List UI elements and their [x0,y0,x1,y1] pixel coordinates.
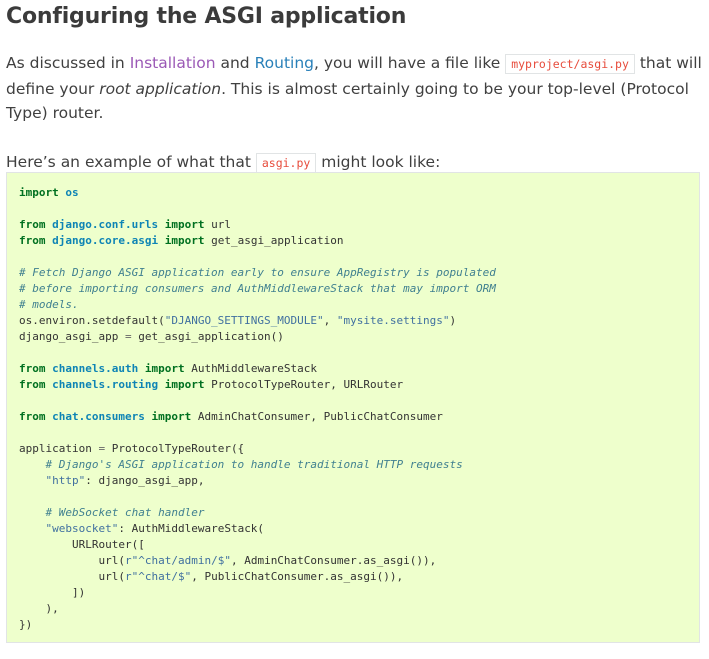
example-text: Here’s an example of what that [6,152,256,171]
code-operator: = [124,330,132,343]
code-text: AuthMiddlewareStack [191,362,318,375]
installation-link[interactable]: Installation [130,54,216,72]
intro-paragraph: As discussed in Installation and Routing… [6,51,703,126]
code-comment: # before importing consumers and AuthMid… [19,282,496,295]
code-module: django.core.asgi [52,234,159,247]
code-comment: # WebSocket chat handler [45,506,205,519]
code-text: , PublicChatConsumer.as_asgi()), [191,570,404,583]
code-keyword: from [19,362,46,375]
code-module: django.conf.urls [52,218,159,231]
code-text: get_asgi_application() [131,330,284,343]
code-comment: # Fetch Django ASGI application early to… [19,266,496,279]
code-text: ProtocolTypeRouter, URLRouter [211,378,404,391]
code-text: url( [98,570,125,583]
code-text: , AdminChatConsumer.as_asgi()), [230,554,437,567]
code-keyword: import [164,378,205,391]
code-text: os.environ.setdefault( [19,314,165,327]
section-heading: Configuring the ASGI application [6,4,407,29]
example-text: might look like: [316,152,441,171]
code-listing: import os from django.conf.urls import u… [7,173,699,645]
emphasis-root-application: root application [99,79,222,98]
code-text: ) [449,314,457,327]
code-keyword: import [144,362,185,375]
code-text: application [19,442,99,455]
code-string: "mysite.settings" [336,314,450,327]
code-comment: # Django's ASGI application to handle tr… [45,458,463,471]
code-comment: # models. [19,298,79,311]
intro-text: As discussed in [6,54,130,72]
code-text: get_asgi_application [211,234,344,247]
code-text: AdminChatConsumer, PublicChatConsumer [197,410,443,423]
intro-text: , you will have a file like [314,54,506,72]
code-module: channels.auth [52,362,139,375]
code-text: }) [19,618,33,631]
code-text: url [211,218,231,231]
code-keyword: from [19,218,46,231]
code-block: import os from django.conf.urls import u… [6,172,700,643]
code-string: r"^chat/admin/$" [124,554,231,567]
code-module: os [65,186,79,199]
code-string: "websocket" [45,522,119,535]
code-keyword: import [19,186,59,199]
code-text: : AuthMiddlewareStack( [118,522,265,535]
code-string: "DJANGO_SETTINGS_MODULE" [164,314,324,327]
code-keyword: import [164,234,205,247]
inline-code-asgi-file: asgi.py [255,152,317,173]
code-string: r"^chat/$" [124,570,192,583]
code-text: ]) [71,586,86,599]
code-keyword: from [19,234,46,247]
code-text: URLRouter([ [71,538,145,551]
code-text: : django_asgi_app, [85,474,205,487]
code-text: ProtocolTypeRouter({ [105,442,245,455]
routing-link[interactable]: Routing [255,54,314,72]
intro-text: and [215,54,255,72]
code-string: "http" [45,474,86,487]
code-keyword: from [19,378,46,391]
code-module: chat.consumers [52,410,145,423]
inline-code-asgi-path: myproject/asgi.py [505,54,635,74]
document-page: Configuring the ASGI application As disc… [6,0,703,175]
code-keyword: import [151,410,192,423]
code-text: ), [45,602,59,615]
code-text: url( [98,554,125,567]
code-keyword: import [164,218,205,231]
code-module: channels.routing [52,378,159,391]
code-text: , [323,314,337,327]
code-text: django_asgi_app [19,330,125,343]
code-keyword: from [19,410,46,423]
